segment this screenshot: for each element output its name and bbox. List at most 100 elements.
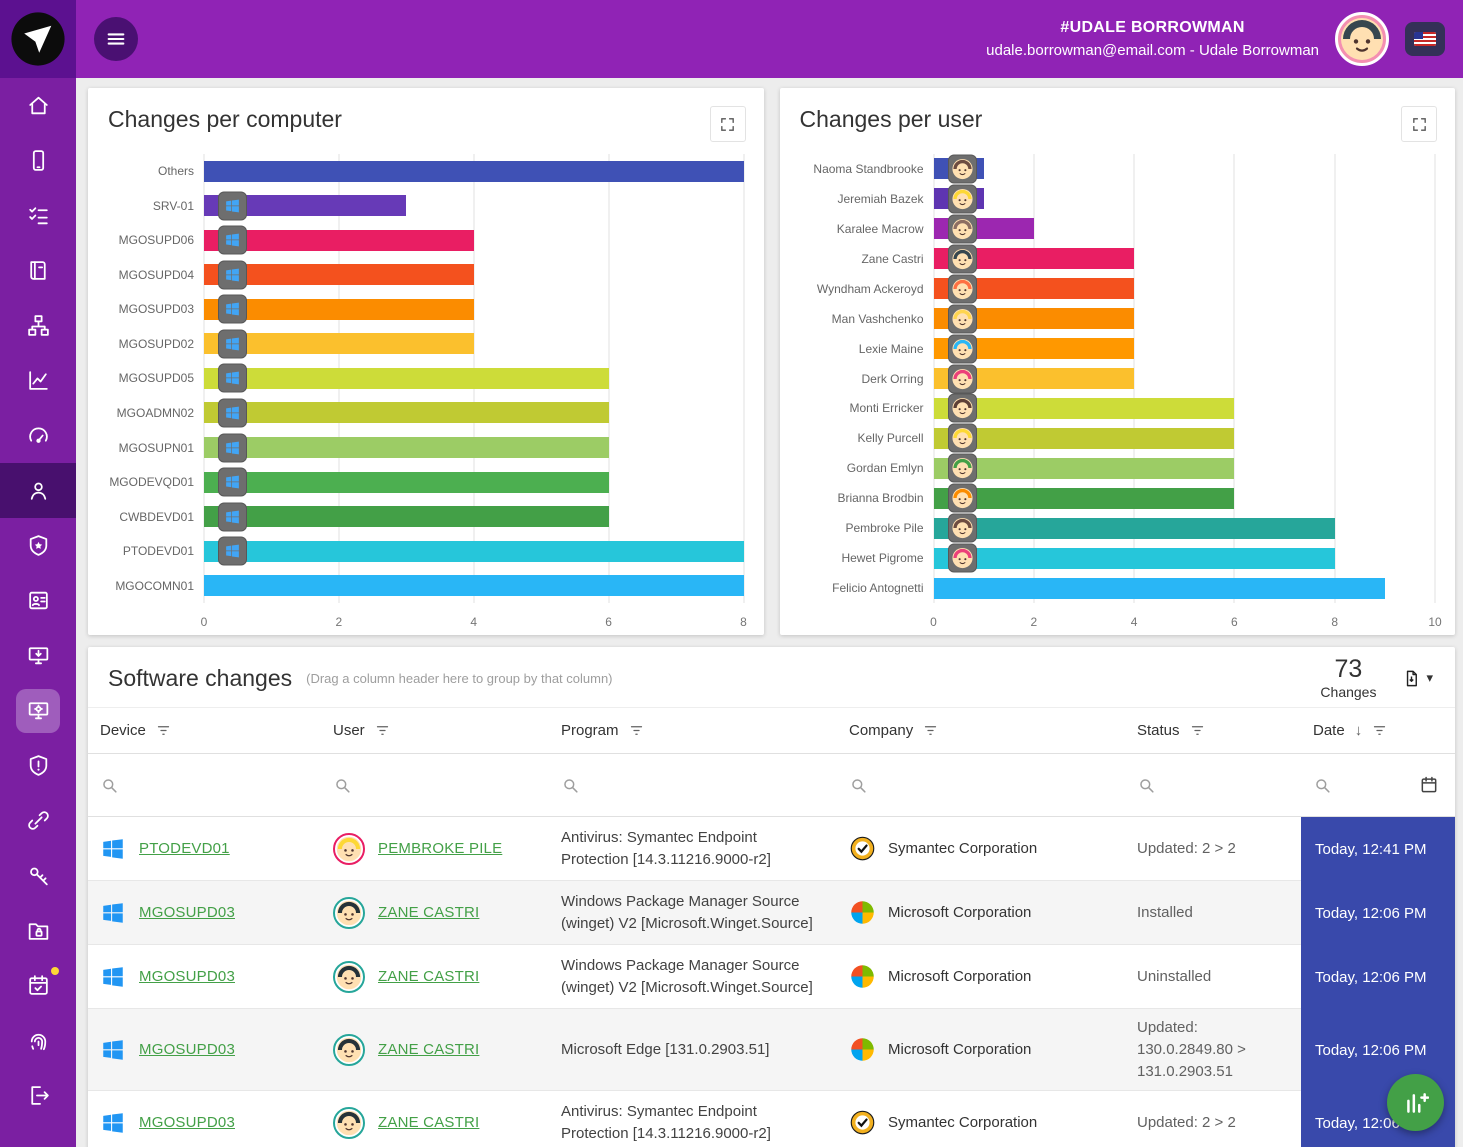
sidebar-item-credentials[interactable]: [0, 848, 76, 903]
chart-bar-pembroke-pile[interactable]: [934, 518, 1335, 539]
user-avatar-badge: [948, 154, 977, 183]
sidebar-item-id-badge[interactable]: [0, 573, 76, 628]
chart-row: Brianna Brodbin: [784, 483, 1436, 513]
line-chart-icon: [26, 368, 51, 393]
sidebar-item-security-users[interactable]: [0, 463, 76, 518]
x-axis-tick: 0: [201, 615, 208, 629]
sidebar-item-alerts[interactable]: [0, 738, 76, 793]
user-avatar[interactable]: [1335, 12, 1389, 66]
sidebar-nav: [0, 78, 76, 1147]
sidebar-item-home[interactable]: [0, 78, 76, 133]
chart-bar-kelly-purcell[interactable]: [934, 428, 1235, 449]
hamburger-menu-button[interactable]: [94, 17, 138, 61]
chart-bar-brianna-brodbin[interactable]: [934, 488, 1235, 509]
filter-date-input[interactable]: [1301, 754, 1455, 816]
filter-icon[interactable]: [1190, 723, 1205, 738]
table-row: MGOSUPD03 ZANE CASTRI Windows Package Mana…: [88, 881, 1455, 945]
filter-company-input[interactable]: [837, 754, 1125, 816]
chart-bar-felicio-antognetti[interactable]: [934, 578, 1385, 599]
sidebar-item-secure-storage[interactable]: [0, 903, 76, 958]
user-avatar-icon: [333, 833, 365, 865]
sidebar-item-protection[interactable]: [0, 518, 76, 573]
export-button[interactable]: ▾: [1402, 669, 1433, 688]
user-link[interactable]: ZANE CASTRI: [378, 1041, 479, 1058]
chart-bar-gordan-emlyn[interactable]: [934, 458, 1235, 479]
sidebar-item-schedule[interactable]: [0, 958, 76, 1013]
user-link[interactable]: ZANE CASTRI: [378, 904, 479, 921]
chart-category-label: Monti Erricker: [784, 401, 934, 415]
device-link[interactable]: MGOSUPD03: [139, 1114, 235, 1131]
filter-icon[interactable]: [156, 723, 171, 738]
sidebar-item-network-map[interactable]: [0, 298, 76, 353]
user-link[interactable]: ZANE CASTRI: [378, 1114, 479, 1131]
sidebar-item-dashboard[interactable]: [0, 408, 76, 463]
filter-device-input[interactable]: [88, 754, 321, 816]
device-link[interactable]: MGOSUPD03: [139, 904, 235, 921]
chart-bar-mgosupd05[interactable]: [204, 368, 609, 389]
chart-bar-hewet-pigrome[interactable]: [934, 548, 1335, 569]
chart-bar-ptodevd01[interactable]: [204, 541, 744, 562]
sidebar-item-deploy[interactable]: [0, 628, 76, 683]
column-header-device[interactable]: Device: [88, 708, 321, 753]
language-flag-button[interactable]: [1405, 22, 1445, 56]
export-dropdown-caret[interactable]: ▾: [1426, 670, 1433, 686]
filter-icon[interactable]: [923, 723, 938, 738]
chart-bar-mgodevqd01[interactable]: [204, 472, 609, 493]
filter-status-input[interactable]: [1125, 754, 1301, 816]
sidebar-item-fingerprint[interactable]: [0, 1013, 76, 1068]
table-row: MGOSUPD03 ZANE CASTRI Microsoft Edge [131.…: [88, 1009, 1455, 1091]
windows-badge-icon: [218, 398, 247, 427]
add-report-fab[interactable]: [1387, 1074, 1444, 1131]
filter-icon[interactable]: [629, 723, 644, 738]
chart-title-users: Changes per user: [800, 106, 983, 133]
chart-bar-cwbdevd01[interactable]: [204, 506, 609, 527]
device-link[interactable]: MGOSUPD03: [139, 1041, 235, 1058]
column-header-user[interactable]: User: [321, 708, 549, 753]
filter-user-input[interactable]: [321, 754, 549, 816]
filter-icon[interactable]: [1372, 723, 1387, 738]
table-row: MGOSUPD03ZANE CASTRIWindows Package Mana…: [88, 945, 1455, 1009]
chart-bar-mgocomn01[interactable]: [204, 575, 744, 596]
shield-star-icon: [26, 533, 51, 558]
sidebar-item-devices[interactable]: [0, 133, 76, 188]
changes-per-computer-card: Changes per computer OthersSRV-01MGOSUPD…: [88, 88, 764, 635]
sidebar-item-integrations[interactable]: [0, 793, 76, 848]
column-header-company[interactable]: Company: [837, 708, 1125, 753]
column-header-program[interactable]: Program: [549, 708, 837, 753]
sidebar-item-tasks[interactable]: [0, 188, 76, 243]
sidebar-item-logout[interactable]: [0, 1068, 76, 1123]
column-header-date[interactable]: Date↓: [1301, 708, 1455, 753]
table-body: PTODEVD01PEMBROKE PILEAntivirus: Symante…: [88, 817, 1455, 1147]
sidebar-item-software-changes[interactable]: [0, 683, 76, 738]
calendar-icon[interactable]: [1419, 775, 1439, 795]
user-link[interactable]: ZANE CASTRI: [378, 968, 479, 985]
search-icon: [849, 776, 868, 795]
filter-icon[interactable]: [375, 723, 390, 738]
chart-row: MGOSUPN01: [92, 430, 744, 465]
chart-bar-mgosupn01[interactable]: [204, 437, 609, 458]
chart-track: [934, 214, 1436, 244]
chart-bar-mgoadmn02[interactable]: [204, 402, 609, 423]
expand-computer-chart-button[interactable]: [710, 106, 746, 142]
chart-bar-others[interactable]: [204, 161, 744, 182]
windows-icon: [100, 964, 126, 990]
chart-bar-monti-erricker[interactable]: [934, 398, 1235, 419]
chart-track: [934, 453, 1436, 483]
filter-program-input[interactable]: [549, 754, 837, 816]
app-logo[interactable]: [0, 0, 76, 78]
expand-user-chart-button[interactable]: [1401, 106, 1437, 142]
program-cell: Windows Package Manager Source (winget) …: [549, 881, 837, 945]
device-link[interactable]: PTODEVD01: [139, 840, 230, 857]
program-cell: Microsoft Edge [131.0.2903.51]: [549, 1009, 837, 1091]
sort-desc-icon[interactable]: ↓: [1355, 722, 1363, 739]
sidebar-item-inventory-book[interactable]: [0, 243, 76, 298]
device-link[interactable]: MGOSUPD03: [139, 968, 235, 985]
chart-row: MGOSUPD04: [92, 258, 744, 293]
sidebar-item-reports[interactable]: [0, 353, 76, 408]
chart-track: [934, 513, 1436, 543]
windows-badge-icon: [218, 502, 247, 531]
column-header-status[interactable]: Status: [1125, 708, 1301, 753]
chart-category-label: Wyndham Ackeroyd: [784, 282, 934, 296]
chart-category-label: Naoma Standbrooke: [784, 162, 934, 176]
user-link[interactable]: PEMBROKE PILE: [378, 840, 502, 857]
